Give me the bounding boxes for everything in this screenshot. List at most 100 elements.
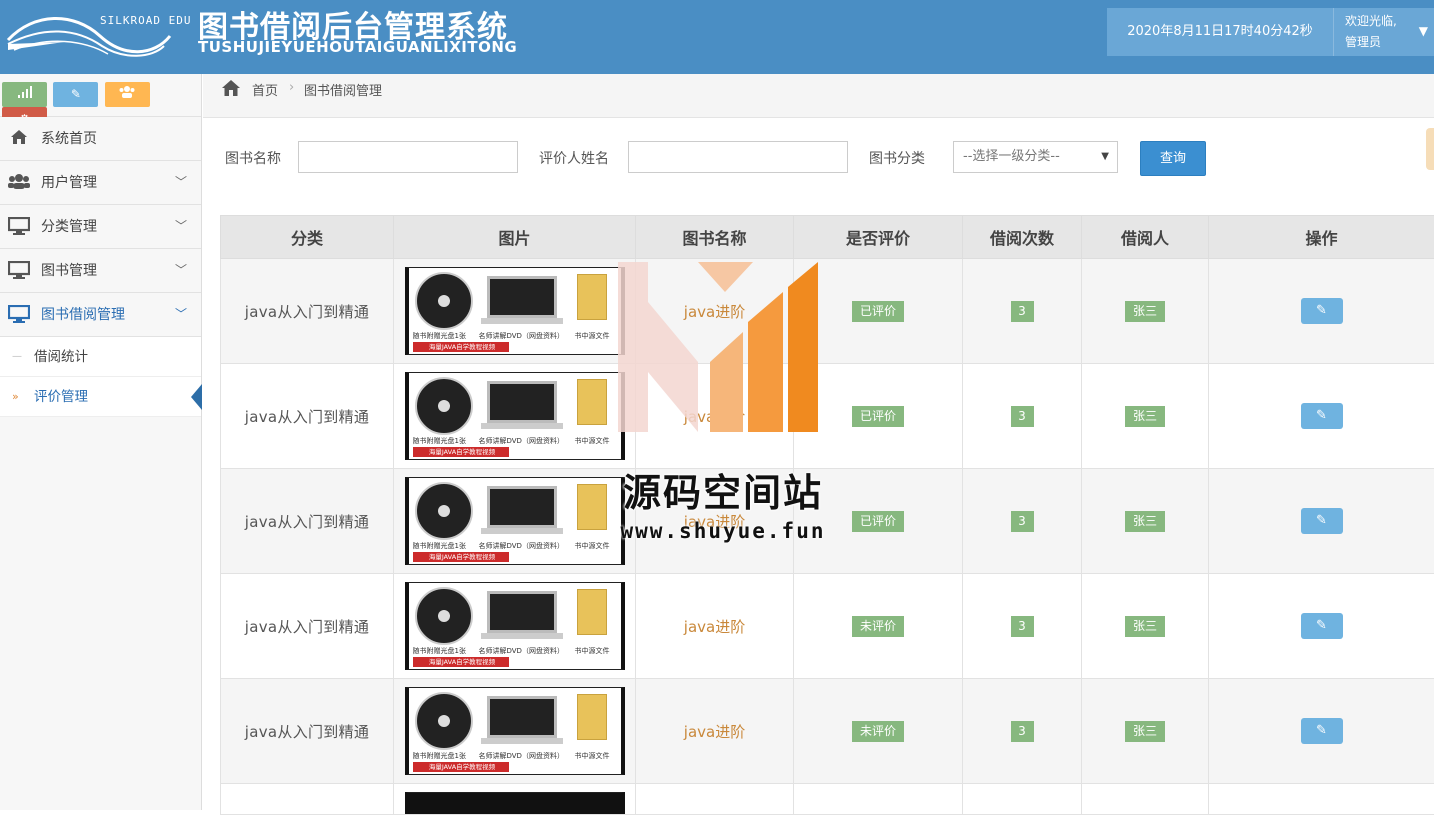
cell-borrow-count: 3 (963, 679, 1082, 784)
query-button[interactable]: 查询 (1140, 141, 1206, 176)
book-cover-image: 随书附赠光盘1张名师讲解DVD（网盘资料）书中源文件海量JAVA自学教程视频 (405, 477, 625, 565)
sidebar-item-category[interactable]: 分类管理 ﹀ (0, 205, 201, 249)
edit-button[interactable]: ✎ (1301, 403, 1343, 429)
borrower-badge: 张三 (1125, 406, 1165, 427)
review-table: 分类 图片 图书名称 是否评价 借阅次数 借阅人 操作 java从入门到精通随书… (220, 215, 1434, 815)
cell-borrow-count: 3 (963, 364, 1082, 469)
sidebar-item-users[interactable]: 用户管理 ﹀ (0, 161, 201, 205)
category-text: java从入门到精通 (245, 723, 369, 741)
folder-graphic (577, 589, 607, 635)
header-book-name: 图书名称 (636, 216, 794, 259)
users-icon (8, 173, 30, 191)
table-row: java从入门到精通随书附赠光盘1张名师讲解DVD（网盘资料）书中源文件海量JA… (221, 259, 1434, 364)
user-menu[interactable]: 欢迎光临, 管理员 (1345, 11, 1415, 53)
cell-reviewed: 已评价 (794, 364, 963, 469)
chevron-down-icon: ﹀ (175, 261, 187, 278)
cell-borrower: 张三 (1082, 259, 1209, 364)
signal-icon (17, 86, 33, 98)
sidebar-subitem-label: 评价管理 (34, 377, 88, 417)
sidebar-subitem-reviews[interactable]: » 评价管理 (0, 377, 201, 417)
cell-category: java从入门到精通 (221, 364, 394, 469)
category-label: 图书分类 (869, 148, 925, 168)
group-icon (119, 85, 135, 98)
laptop-base-graphic (481, 738, 563, 744)
breadcrumb: 首页 › 图书借阅管理 (203, 74, 1434, 118)
book-name-text: java进阶 (684, 618, 745, 636)
thumb-caption: 随书附赠光盘1张 (413, 436, 466, 446)
book-name-text: java进阶 (684, 723, 745, 741)
laptop-graphic (487, 486, 557, 528)
edit-icon: ✎ (1316, 618, 1327, 633)
thumb-banner: 海量JAVA自学教程视频 (413, 552, 509, 562)
cell-image: 随书附赠光盘1张名师讲解DVD（网盘资料）书中源文件海量JAVA自学教程视频 (394, 364, 636, 469)
cell-actions: ✎ (1209, 259, 1434, 364)
cell-reviewed: 未评价 (794, 574, 963, 679)
sidebar-item-home[interactable]: 系统首页 (0, 117, 201, 161)
table-row: java从入门到精通随书附赠光盘1张名师讲解DVD（网盘资料）书中源文件海量JA… (221, 469, 1434, 574)
borrower-badge: 张三 (1125, 511, 1165, 532)
borrower-badge: 张三 (1125, 616, 1165, 637)
header-reviewed: 是否评价 (794, 216, 963, 259)
cell-borrow-count: 3 (963, 574, 1082, 679)
laptop-graphic (487, 591, 557, 633)
edit-button[interactable]: ✎ (1301, 508, 1343, 534)
header-image: 图片 (394, 216, 636, 259)
cell-borrower: 张三 (1082, 364, 1209, 469)
reviewed-badge: 未评价 (852, 616, 904, 637)
edit-icon: ✎ (1316, 723, 1327, 738)
cell-image: 随书附赠光盘1张名师讲解DVD（网盘资料）书中源文件海量JAVA自学教程视频 (394, 574, 636, 679)
book-name-input[interactable] (298, 141, 518, 173)
table-row: java从入门到精通 随书附赠光盘1张名师讲解DVD（网盘资料）书中源文件海量JA… (221, 574, 1434, 679)
thumb-caption: 书中源文件 (575, 751, 610, 761)
dash-marker-icon: — (12, 337, 22, 377)
edit-icon: ✎ (1316, 513, 1327, 528)
cell-borrow-count: 3 (963, 469, 1082, 574)
sidebar-item-label: 图书管理 (41, 249, 97, 293)
user-area: 2020年8月11日17时40分42秒 欢迎光临, 管理员 ▼ (1107, 8, 1434, 56)
stats-shortcut-button[interactable] (2, 82, 47, 107)
table-header-row: 分类 图片 图书名称 是否评价 借阅次数 借阅人 操作 (221, 216, 1434, 259)
cell-book-name: java进阶 (636, 364, 794, 469)
logo-text: SILKROAD EDU (100, 14, 191, 27)
reviewer-name-label: 评价人姓名 (539, 148, 609, 168)
sidebar-subitem-stats[interactable]: — 借阅统计 (0, 337, 201, 377)
book-name-text: java进阶 (684, 408, 745, 426)
sidebar-item-books[interactable]: 图书管理 ﹀ (0, 249, 201, 293)
edit-shortcut-button[interactable]: ✎ (53, 82, 98, 107)
sidebar-item-label: 图书借阅管理 (41, 293, 125, 337)
edit-button[interactable]: ✎ (1301, 298, 1343, 324)
category-text: java从入门到精通 (245, 618, 369, 636)
system-subtitle: TUSHUJIEYUEHOUTAIGUANLIXITONG (198, 38, 517, 56)
cell-image: 随书附赠光盘1张名师讲解DVD（网盘资料）书中源文件海量JAVA自学教程视频 (394, 259, 636, 364)
book-name-label: 图书名称 (225, 148, 281, 168)
cell-reviewed: 已评价 (794, 259, 963, 364)
laptop-graphic (487, 696, 557, 738)
home-icon (8, 129, 30, 147)
cell-book-name: java进阶 (636, 259, 794, 364)
category-selected-value: --选择一级分类-- (963, 149, 1060, 164)
settings-edge-tab[interactable] (1426, 128, 1434, 170)
thumb-banner: 海量JAVA自学教程视频 (413, 762, 509, 772)
cell-actions: ✎ (1209, 679, 1434, 784)
borrow-count-badge: 3 (1011, 511, 1034, 532)
sidebar-item-borrow[interactable]: 图书借阅管理 ﹀ (0, 293, 201, 337)
cell-actions: ✎ (1209, 574, 1434, 679)
home-icon[interactable] (221, 79, 241, 102)
users-shortcut-button[interactable] (105, 82, 150, 107)
desktop-icon (8, 261, 30, 279)
thumb-caption: 名师讲解DVD（网盘资料） (479, 541, 564, 551)
breadcrumb-home-link[interactable]: 首页 (252, 80, 278, 99)
edit-button[interactable]: ✎ (1301, 718, 1343, 744)
desktop-icon (8, 305, 30, 323)
cell-category: java从入门到精通 (221, 259, 394, 364)
category-select[interactable]: --选择一级分类-- ▼ (953, 141, 1118, 173)
caret-down-icon[interactable]: ▼ (1419, 24, 1428, 38)
edit-button[interactable]: ✎ (1301, 613, 1343, 639)
cell-image: 随书附赠光盘1张名师讲解DVD（网盘资料）书中源文件海量JAVA自学教程视频 (394, 469, 636, 574)
folder-graphic (577, 274, 607, 320)
thumb-caption: 随书附赠光盘1张 (413, 751, 466, 761)
thumb-caption: 书中源文件 (575, 331, 610, 341)
book-cover-image: 随书附赠光盘1张名师讲解DVD（网盘资料）书中源文件海量JAVA自学教程视频 (405, 372, 625, 460)
reviewer-name-input[interactable] (628, 141, 848, 173)
folder-graphic (577, 694, 607, 740)
